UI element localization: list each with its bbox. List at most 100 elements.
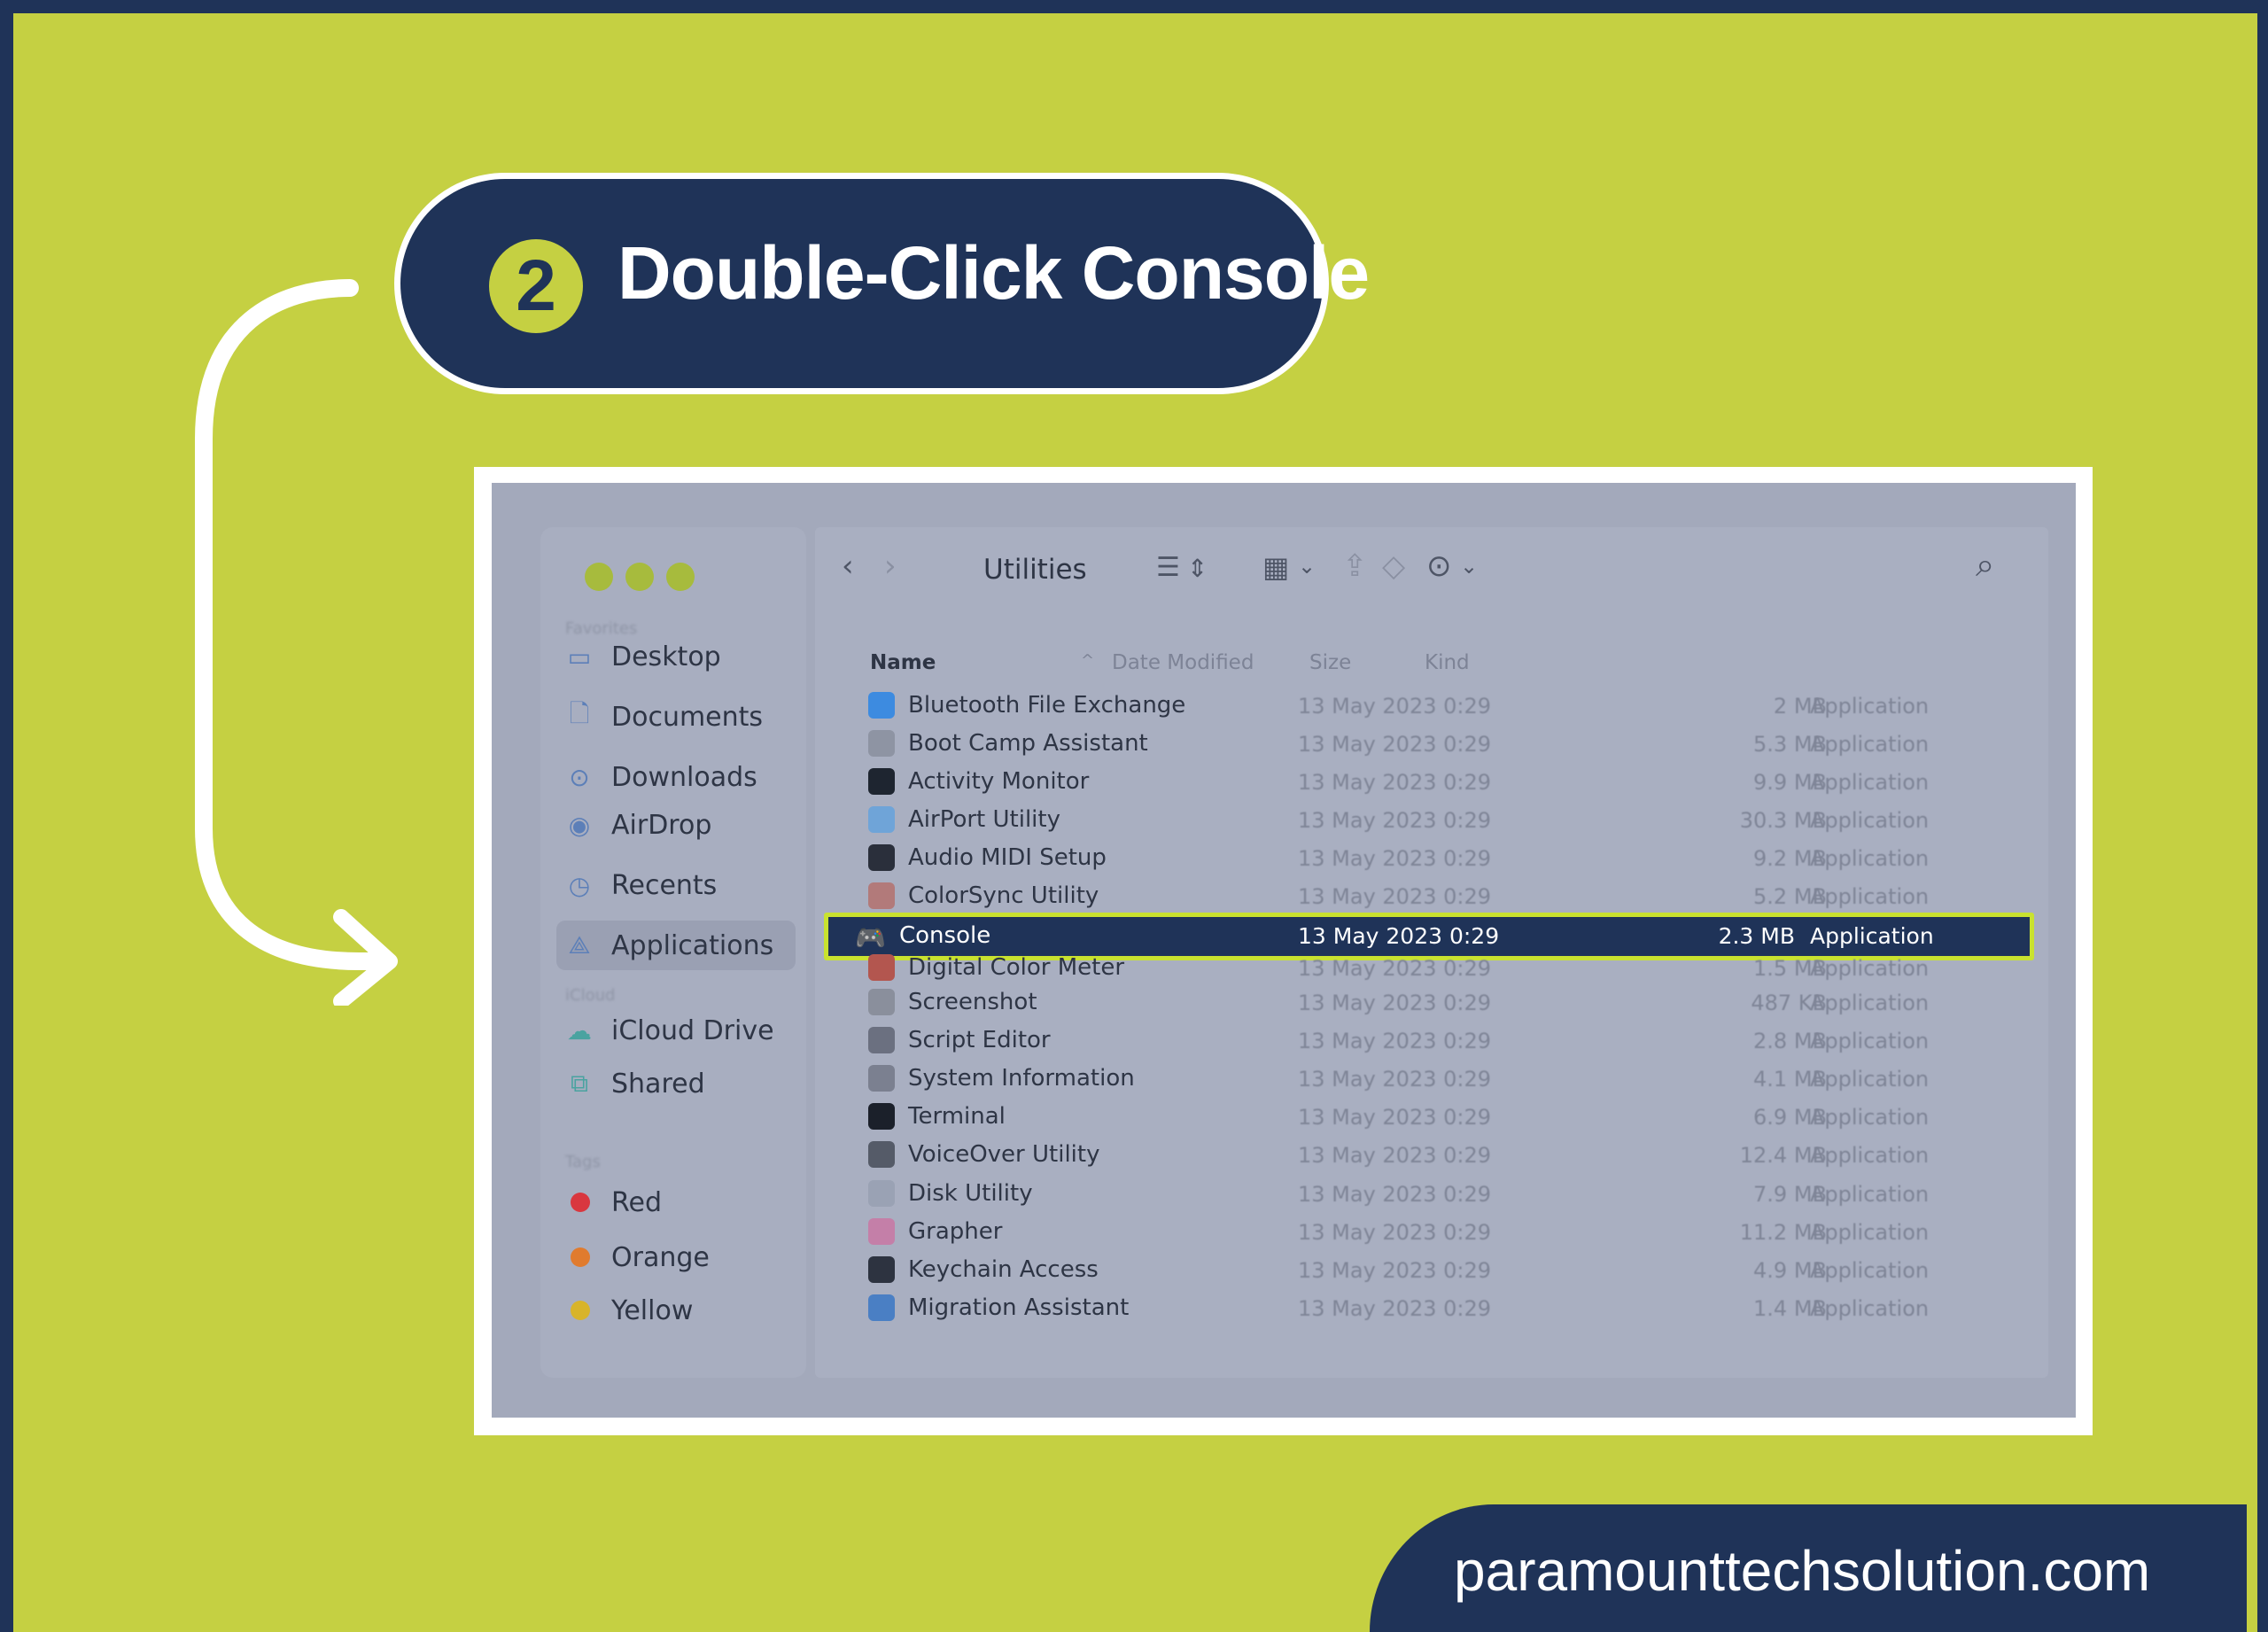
file-name: Migration Assistant — [908, 1294, 1130, 1321]
column-header-size[interactable]: Size — [1309, 651, 1351, 674]
file-row[interactable]: Keychain Access 13 May 2023 0:29 4.9 MB App… — [815, 1251, 2048, 1289]
folder-title: Utilities — [983, 554, 1087, 586]
file-date: 13 May 2023 0:29 — [1298, 1067, 1492, 1092]
search-icon[interactable]: ⌕ — [1976, 545, 1994, 585]
file-date: 13 May 2023 0:29 — [1298, 846, 1492, 871]
list-view-icon[interactable]: ☰ — [1156, 552, 1180, 583]
file-kind: Application — [1810, 846, 1930, 871]
sidebar-item-shared[interactable]: ⧉ Shared — [556, 1059, 796, 1108]
app-icon — [868, 1294, 895, 1321]
sidebar-tag-orange[interactable]: Orange — [556, 1232, 796, 1282]
tag-icon[interactable]: ◇ — [1382, 548, 1405, 584]
file-row[interactable]: VoiceOver Utility 13 May 2023 0:29 12.4 MB… — [815, 1136, 2048, 1174]
file-date: 13 May 2023 0:29 — [1298, 923, 1500, 949]
file-date: 13 May 2023 0:29 — [1298, 1029, 1492, 1053]
file-date: 13 May 2023 0:29 — [1298, 1182, 1492, 1207]
column-header-name[interactable]: Name — [870, 651, 936, 674]
file-name: Boot Camp Assistant — [908, 730, 1148, 757]
file-date: 13 May 2023 0:29 — [1298, 808, 1492, 833]
gamepad-icon: 🎮 — [855, 923, 886, 952]
forward-button[interactable]: › — [884, 548, 897, 584]
app-icon — [868, 1103, 895, 1130]
file-name: Script Editor — [908, 1027, 1051, 1053]
file-row[interactable]: Digital Color Meter 13 May 2023 0:29 1.5 M… — [815, 949, 2048, 987]
sidebar-item-label: Shared — [611, 1068, 705, 1100]
app-icon — [868, 692, 895, 719]
background: 2 Double-Click Console Favorites ▭ Deskt… — [13, 13, 2257, 1632]
column-header-kind[interactable]: Kind — [1425, 651, 1470, 674]
sidebar-item-icloud-drive[interactable]: ☁ iCloud Drive — [556, 1006, 796, 1055]
file-kind: Application — [1810, 1296, 1930, 1321]
applications-icon: ⟁ — [568, 930, 591, 960]
file-name: Digital Color Meter — [908, 954, 1125, 981]
file-row[interactable]: System Information 13 May 2023 0:29 4.1 MB… — [815, 1060, 2048, 1098]
file-row[interactable]: AirPort Utility 13 May 2023 0:29 30.3 MB Ap… — [815, 801, 2048, 839]
file-date: 13 May 2023 0:29 — [1298, 1296, 1492, 1321]
sidebar-item-applications[interactable]: ⟁ Applications — [556, 921, 796, 970]
chevron-down-icon[interactable]: ⌄ — [1460, 554, 1478, 579]
file-row[interactable]: Screenshot 13 May 2023 0:29 487 KB Applicat… — [815, 983, 2048, 1022]
step-title: Double-Click Console — [617, 231, 1370, 315]
file-date: 13 May 2023 0:29 — [1298, 884, 1492, 909]
sidebar-item-label: Orange — [611, 1241, 710, 1273]
file-row[interactable]: Bluetooth File Exchange 13 May 2023 0:29 2… — [815, 687, 2048, 725]
file-name: Audio MIDI Setup — [908, 844, 1107, 871]
file-kind: Application — [1810, 808, 1930, 833]
file-date: 13 May 2023 0:29 — [1298, 1143, 1492, 1168]
file-row[interactable]: Grapher 13 May 2023 0:29 11.2 MB Applicatio… — [815, 1213, 2048, 1251]
file-row[interactable]: Disk Utility 13 May 2023 0:29 7.9 MB Applic… — [815, 1175, 2048, 1213]
window-controls — [585, 563, 695, 591]
file-kind: Application — [1810, 694, 1930, 719]
file-name: Keychain Access — [908, 1256, 1099, 1283]
file-row[interactable]: Migration Assistant 13 May 2023 0:29 1.4 M… — [815, 1289, 2048, 1327]
toolbar: ‹ › Utilities ☰ ⇕ ▦ ⌄ ⇪ ◇ ⊙ ⌄ ⌕ — [815, 527, 2048, 607]
chevron-down-icon[interactable]: ⌄ — [1298, 554, 1316, 579]
sidebar-tag-yellow[interactable]: Yellow — [556, 1286, 796, 1335]
file-kind: Application — [1810, 1258, 1930, 1283]
desktop-icon: ▭ — [567, 641, 592, 672]
app-icon — [868, 954, 895, 981]
sidebar-item-label: Red — [611, 1186, 662, 1218]
cloud-icon: ☁ — [567, 1015, 592, 1045]
file-name: VoiceOver Utility — [908, 1141, 1100, 1168]
sidebar-section-tags: Tags — [565, 1153, 601, 1171]
sidebar-item-airdrop[interactable]: ◉ AirDrop — [556, 800, 796, 850]
app-icon — [868, 989, 895, 1015]
sidebar-item-label: Desktop — [611, 641, 721, 672]
file-kind: Application — [1810, 991, 1930, 1015]
file-row[interactable]: Boot Camp Assistant 13 May 2023 0:29 5.3 M… — [815, 725, 2048, 763]
clock-icon: ◷ — [568, 870, 591, 900]
sidebar-item-downloads[interactable]: ⊙ Downloads — [556, 752, 796, 802]
file-row[interactable]: Audio MIDI Setup 13 May 2023 0:29 9.2 MB Ap… — [815, 839, 2048, 877]
file-row[interactable]: Script Editor 13 May 2023 0:29 2.8 MB Appli… — [815, 1022, 2048, 1060]
file-row[interactable]: Terminal 13 May 2023 0:29 6.9 MB Applicatio… — [815, 1098, 2048, 1136]
back-button[interactable]: ‹ — [842, 548, 854, 584]
sidebar-tag-red[interactable]: Red — [556, 1177, 796, 1227]
zoom-button[interactable] — [666, 563, 695, 591]
file-kind: Application — [1810, 1029, 1930, 1053]
sidebar-item-documents[interactable]: 🗋 Documents — [556, 692, 796, 742]
tag-orange-icon — [571, 1247, 590, 1267]
column-header-date[interactable]: Date Modified — [1112, 651, 1254, 674]
sort-toggle-icon[interactable]: ⇕ — [1187, 554, 1208, 583]
group-icon[interactable]: ▦ — [1262, 550, 1289, 584]
close-button[interactable] — [585, 563, 613, 591]
more-icon[interactable]: ⊙ — [1426, 548, 1452, 584]
file-row[interactable]: Activity Monitor 13 May 2023 0:29 9.9 MB Ap… — [815, 763, 2048, 801]
airdrop-icon: ◉ — [568, 810, 591, 840]
file-size: 2.3 MB — [1718, 923, 1795, 949]
file-name: Activity Monitor — [908, 768, 1090, 795]
file-kind: Application — [1810, 732, 1930, 757]
website-url: paramounttechsolution.com — [1454, 1539, 2151, 1603]
file-kind: Application — [1810, 1105, 1930, 1130]
file-row[interactable]: ColorSync Utility 13 May 2023 0:29 5.2 MB A… — [815, 877, 2048, 915]
finder-window: Favorites ▭ Desktop 🗋 Documents ⊙ Downlo… — [492, 483, 2076, 1418]
sidebar-item-desktop[interactable]: ▭ Desktop — [556, 632, 796, 681]
sidebar-item-recents[interactable]: ◷ Recents — [556, 860, 796, 910]
share-icon[interactable]: ⇪ — [1342, 548, 1368, 584]
document-icon: 🗋 — [569, 699, 590, 728]
app-icon — [868, 768, 895, 795]
minimize-button[interactable] — [625, 563, 654, 591]
file-name: Console — [899, 922, 991, 949]
tag-yellow-icon — [571, 1301, 590, 1320]
